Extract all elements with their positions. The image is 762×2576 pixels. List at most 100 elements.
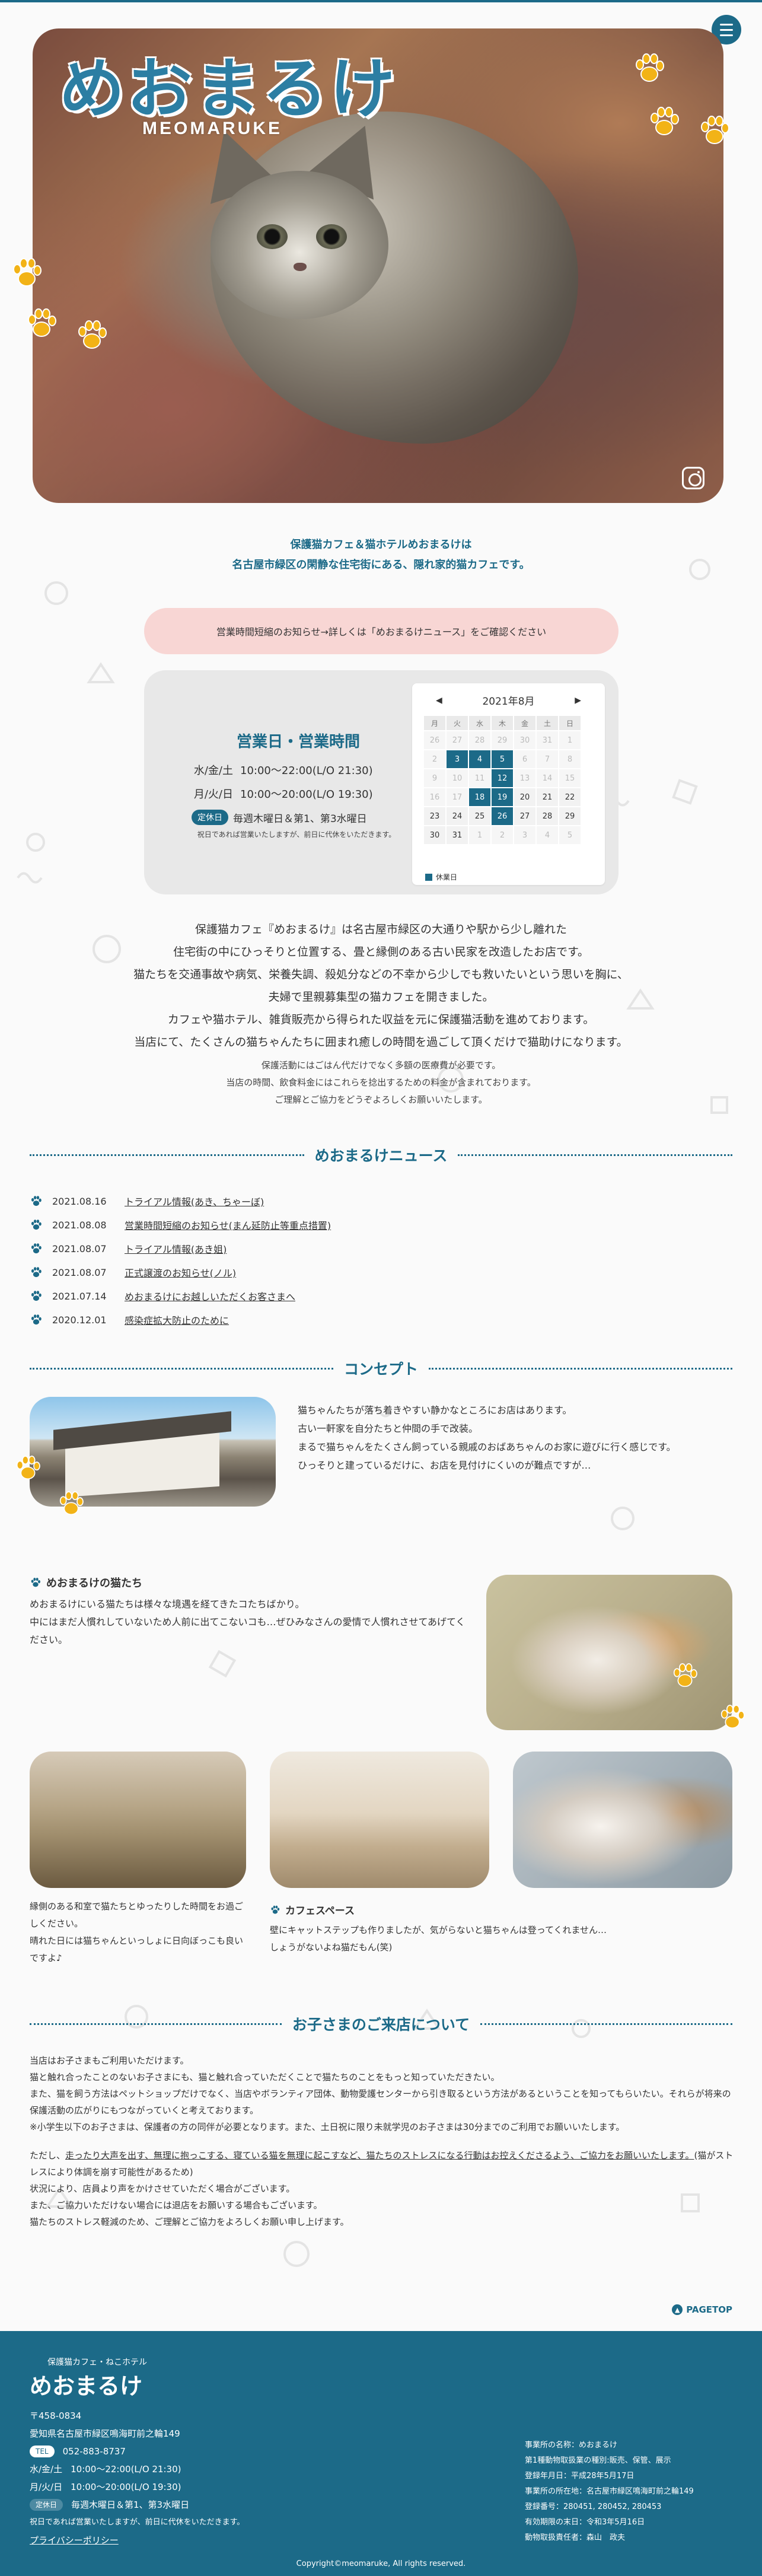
instagram-icon[interactable] [682, 467, 704, 489]
calendar-day[interactable]: 15 [559, 769, 581, 787]
concept-line: まるで猫ちゃんをたくさん飼っている親戚のおばあちゃんのお家に遊びに行く感じです。 [298, 1441, 676, 1453]
calendar-day[interactable]: 22 [559, 788, 581, 806]
footer-hours-row: 水/金/土 10:00～22:00(L/O 21:30) [30, 2460, 338, 2478]
kids-line: 猫と触れ合ったことのないお子さまにも、猫と触れ合っていただくことで猫たちのことを… [30, 2072, 500, 2083]
paw-icon [30, 1289, 43, 1303]
calendar-day[interactable]: 26 [424, 731, 445, 749]
business-hours-card: 営業日・営業時間 水/金/土 10:00～22:00(L/O 21:30) 月/火… [144, 670, 618, 894]
closed-day-note: 祝日であれば営業いたしますが、前日に代休をいただきます。 [30, 2518, 245, 2527]
calendar-day[interactable]: 3 [514, 826, 535, 844]
news-link[interactable]: トライアル情報(あき、ちゃーぼ) [125, 1194, 264, 1208]
tel-number[interactable]: 052-883-8737 [63, 2443, 126, 2460]
calendar-day[interactable]: 2 [424, 750, 445, 768]
footer-logo[interactable]: めおまるけ [30, 2368, 142, 2400]
paw-icon [30, 1313, 43, 1326]
legal-line: 有効期限の末日：令和3年5月16日 [525, 2518, 645, 2527]
intro-line: 名古屋市緑区の閑静な住宅街にある、隠れ家的猫カフェです。 [232, 559, 530, 571]
calendar-day[interactable]: 28 [469, 731, 490, 749]
paw-icon [30, 1242, 43, 1255]
footer-closed-note: 祝日であれば営業いたしますが、前日に代休をいただきます。 [30, 2514, 338, 2532]
paw-icon [13, 1453, 43, 1483]
kitten-eye [257, 224, 288, 249]
site-logo[interactable]: めおまるけ [59, 36, 397, 130]
calendar-day[interactable]: 28 [537, 807, 558, 825]
hours-days: 水/金/土 [193, 765, 233, 777]
privacy-policy-link[interactable]: プライバシーポリシー [30, 2532, 119, 2549]
arrow-up-icon: ▲ [672, 2304, 683, 2315]
calendar-day[interactable]: 7 [537, 750, 558, 768]
closed-day-note: 祝日であれば営業いたしますが、前日に代休をいただきます。 [197, 830, 396, 839]
calendar-day[interactable]: 25 [469, 807, 490, 825]
calendar-day[interactable]: 16 [424, 788, 445, 806]
intro-line: 保護猫カフェ＆猫ホテルめおまるけは [290, 539, 472, 551]
calendar-day[interactable]: 4 [469, 750, 490, 768]
calendar-day[interactable]: 30 [424, 826, 445, 844]
calendar-day[interactable]: 24 [447, 807, 468, 825]
calendar-day[interactable]: 20 [514, 788, 535, 806]
cats-line: 中にはまだ人慣れしていないため人前に出てこないコも…ぜひみなさんの愛情で人慣れさ… [30, 1616, 466, 1645]
news-link[interactable]: 営業時間短縮のお知らせ(まん延防止等重点措置) [125, 1218, 331, 1232]
concept-text: 猫ちゃんたちが落ち着きやすい静かなところにお店はあります。 古い一軒家を自分たちと… [298, 1401, 725, 1475]
calendar-day[interactable]: 17 [447, 788, 468, 806]
photo-kittens [513, 1752, 732, 1888]
kids-paragraph: 状況により、店員より声をかけさせていただく場合がございます。 また、ご協力いただけ… [30, 2180, 735, 2230]
pagetop-button[interactable]: ▲ PAGETOP [672, 2304, 732, 2315]
cats-text: めおまるけにいる猫たちは様々な境遇を経てきたコたちばかり。 中にはまだ人慣れしてい… [30, 1596, 468, 1649]
calendar-prev-icon[interactable]: ◀ [436, 696, 442, 705]
calendar-next-icon[interactable]: ▶ [575, 696, 581, 705]
calendar-header: ◀ 2021年8月 ▶ [412, 683, 605, 714]
calendar-day[interactable]: 8 [559, 750, 581, 768]
calendar-day[interactable]: 4 [537, 826, 558, 844]
calendar-day[interactable]: 19 [492, 788, 513, 806]
news-link[interactable]: トライアル情報(あき姐) [125, 1241, 227, 1256]
calendar-day[interactable]: 2 [492, 826, 513, 844]
calendar-day[interactable]: 29 [492, 731, 513, 749]
kids-line: また、猫を飼う方法はペットショップだけでなく、当店やボランティア団体、動物愛護セ… [30, 2088, 731, 2116]
calendar-day[interactable]: 31 [537, 731, 558, 749]
calendar-weekday: 土 [537, 716, 558, 730]
paw-icon [30, 1577, 42, 1588]
news-item: 2021.08.16 トライアル情報(あき、ちゃーぼ) [30, 1189, 732, 1213]
calendar-day[interactable]: 30 [514, 731, 535, 749]
calendar-day[interactable]: 23 [424, 807, 445, 825]
calendar-day[interactable]: 1 [559, 731, 581, 749]
news-link[interactable]: 正式譲渡のお知らせ(ノル) [125, 1265, 236, 1279]
cafe-space-heading: カフェスペース [270, 1902, 355, 1917]
calendar-day[interactable]: 21 [537, 788, 558, 806]
calendar-day[interactable]: 27 [514, 807, 535, 825]
calendar-day[interactable]: 1 [469, 826, 490, 844]
kids-line: 状況により、店員より声をかけさせていただく場合がございます。 [30, 2183, 295, 2194]
divider [30, 2023, 282, 2025]
calendar-day[interactable]: 5 [559, 826, 581, 844]
calendar-day[interactable]: 5 [492, 750, 513, 768]
about-line: 猫たちを交通事故や病気、栄養失調、殺処分などの不幸から少しでも救いたいという思い… [133, 968, 629, 981]
calendar-day[interactable]: 11 [469, 769, 490, 787]
kids-text-span: ただし、 [30, 2150, 66, 2161]
calendar-day[interactable]: 12 [492, 769, 513, 787]
calendar-day[interactable]: 6 [514, 750, 535, 768]
about-note-line: ご理解とご協力をどうぞよろしくお願いいたします。 [275, 1094, 487, 1105]
news-date: 2021.08.07 [52, 1266, 107, 1278]
calendar-day[interactable]: 29 [559, 807, 581, 825]
news-item: 2020.12.01 感染症拡大防止のために [30, 1308, 732, 1332]
calendar-day[interactable]: 13 [514, 769, 535, 787]
hours-days: 月/火/日 [30, 2482, 63, 2492]
calendar-day[interactable]: 9 [424, 769, 445, 787]
calendar-day[interactable]: 3 [447, 750, 468, 768]
about-text: 保護猫カフェ『めおまるけ』は名古屋市緑区の大通りや駅から少し離れた 住宅街の中にひ… [0, 918, 762, 1053]
about-line: 保護猫カフェ『めおまるけ』は名古屋市緑区の大通りや駅から少し離れた [195, 923, 567, 936]
calendar-day[interactable]: 14 [537, 769, 558, 787]
calendar-day[interactable]: 18 [469, 788, 490, 806]
news-list: 2021.08.16 トライアル情報(あき、ちゃーぼ) 2021.08.08 営業時間… [30, 1189, 732, 1332]
calendar-day[interactable]: 27 [447, 731, 468, 749]
calendar-day[interactable]: 10 [447, 769, 468, 787]
notice-banner[interactable]: 営業時間短縮のお知らせ→詳しくは「めおまるけニュース」をご確認ください [144, 608, 618, 654]
footer-postal: 〒458-0834 [30, 2407, 338, 2425]
news-link[interactable]: めおまるけにお越しいただくお客さまへ [125, 1289, 295, 1303]
calendar-day[interactable]: 31 [447, 826, 468, 844]
photo-two-cats [486, 1575, 732, 1730]
news-item: 2021.08.08 営業時間短縮のお知らせ(まん延防止等重点措置) [30, 1213, 732, 1237]
hours-days: 水/金/土 [30, 2464, 63, 2475]
news-link[interactable]: 感染症拡大防止のために [125, 1313, 229, 1327]
calendar-day[interactable]: 26 [492, 807, 513, 825]
